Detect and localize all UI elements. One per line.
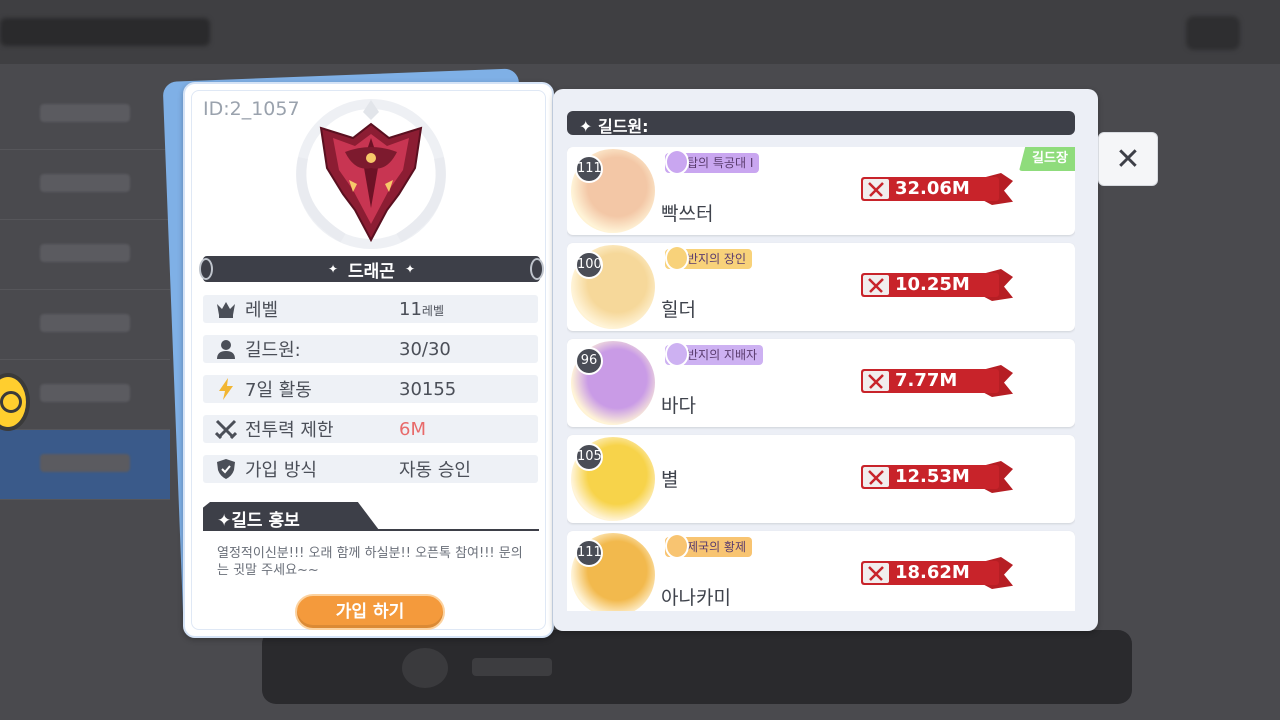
guild-name-banner: ✦ 드래곤 ✦ [199, 256, 544, 282]
member-name: 별 [661, 469, 679, 491]
members-panel: ✦ 길드원: 111 탑의 특공대 I 빡쓰터 32.06M 길드장 100 반지의 장인힐… [553, 89, 1098, 631]
guild-info-card: ID:2_1057 ✦ 드래곤 ✦ 레벨 11레벨 길드원: 30/30 7일 … [183, 82, 554, 638]
stat-power-limit: 전투력 제한 6M [203, 415, 538, 443]
stat-members: 길드원: 30/30 [203, 335, 538, 363]
swords-icon [863, 275, 889, 295]
sparkle-icon: ✦ [327, 262, 339, 276]
stat-label: 길드원: [245, 340, 301, 361]
background-bottom-button [262, 630, 1132, 704]
close-icon: ✕ [1115, 141, 1141, 177]
background-list-item [0, 80, 170, 150]
member-title-badge: 탑의 특공대 I [665, 149, 760, 175]
background-corner-button [1186, 16, 1240, 50]
stat-value: 6M [399, 418, 426, 440]
stat-value: 11레벨 [399, 298, 444, 320]
stat-value: 30/30 [399, 338, 451, 360]
background-list-item-active [0, 430, 170, 500]
crown-icon [213, 298, 239, 320]
promo-text: 열정적이신분!!! 오래 함께 하실분!! 오픈톡 참여!!! 문의는 귓말 주… [217, 546, 523, 578]
member-title-text: 탑의 특공대 I [687, 156, 754, 170]
banner-cap-right [530, 258, 544, 280]
member-power: 18.62M [895, 562, 970, 583]
title-emblem-icon [665, 533, 689, 559]
member-list[interactable]: 111 탑의 특공대 I 빡쓰터 32.06M 길드장 100 반지의 장인힐더 10.25M… [567, 147, 1075, 611]
background-topbar [0, 0, 1280, 64]
member-power: 7.77M [895, 370, 958, 391]
member-level-badge: 111 [575, 539, 603, 567]
swords-icon [863, 371, 889, 391]
sparkle-icon: ✦ [404, 262, 416, 276]
member-level-badge: 96 [575, 347, 603, 375]
member-name: 빡쓰터 [661, 203, 714, 225]
member-power: 10.25M [895, 274, 970, 295]
member-row[interactable]: 111 제국의 황제아나카미 18.62M [567, 531, 1075, 611]
member-row[interactable]: 96 반지의 지배자바다 7.77M [567, 339, 1075, 427]
stat-level: 레벨 11레벨 [203, 295, 538, 323]
member-level-badge: 105 [575, 443, 603, 471]
member-power: 12.53M [895, 466, 970, 487]
swords-icon [863, 563, 889, 583]
member-power-banner: 10.25M [861, 269, 1013, 301]
stat-value: 30155 [399, 378, 457, 400]
join-button[interactable]: 가입 하기 [295, 594, 445, 630]
member-name: 아나카미 [661, 587, 731, 609]
swords-icon [213, 418, 239, 440]
stat-value: 자동 승인 [399, 460, 471, 481]
title-emblem-icon [665, 341, 689, 367]
stat-join-method: 가입 방식 자동 승인 [203, 455, 538, 483]
member-power: 32.06M [895, 178, 970, 199]
stat-activity: 7일 활동 30155 [203, 375, 538, 403]
member-title-text: 반지의 지배자 [687, 348, 758, 362]
member-row[interactable]: 105 별 12.53M [567, 435, 1075, 523]
banner-cap-left [199, 258, 213, 280]
lightning-icon [213, 378, 239, 400]
member-title-badge: 반지의 장인 [665, 245, 753, 271]
member-level-badge: 111 [575, 155, 603, 183]
close-button[interactable]: ✕ [1098, 132, 1158, 186]
promo-divider [203, 529, 539, 531]
member-name: 힐더 [661, 299, 696, 321]
person-icon [213, 338, 239, 360]
guild-emblem-icon [283, 98, 459, 250]
member-level-badge: 100 [575, 251, 603, 279]
member-title-badge: 제국의 황제 [665, 533, 753, 559]
background-list-item [0, 220, 170, 290]
promo-title: ✦길드 홍보 [203, 502, 379, 530]
member-power-banner: 18.62M [861, 557, 1013, 589]
background-list [0, 80, 170, 500]
stat-label: 7일 활동 [245, 380, 312, 401]
member-row[interactable]: 111 탑의 특공대 I 빡쓰터 32.06M 길드장 [567, 147, 1075, 235]
swords-icon [863, 467, 889, 487]
title-emblem-icon [665, 245, 689, 271]
member-row[interactable]: 100 반지의 장인힐더 10.25M [567, 243, 1075, 331]
swords-icon [863, 179, 889, 199]
member-name: 바다 [661, 395, 696, 417]
background-title [0, 18, 210, 46]
members-header: ✦ 길드원: [567, 111, 1075, 136]
title-emblem-icon [665, 149, 689, 175]
member-title-badge: 반지의 지배자 [665, 341, 764, 367]
member-power-banner: 12.53M [861, 461, 1013, 493]
stat-label: 레벨 [245, 300, 279, 321]
shield-icon [213, 458, 239, 480]
background-list-item [0, 290, 170, 360]
member-title-text: 제국의 황제 [687, 540, 747, 554]
stat-label: 가입 방식 [245, 460, 317, 481]
leader-badge: 길드장 [1019, 147, 1075, 171]
guild-name: 드래곤 [348, 261, 395, 282]
stat-label: 전투력 제한 [245, 420, 334, 441]
member-power-banner: 32.06M [861, 173, 1013, 205]
guild-stats: 레벨 11레벨 길드원: 30/30 7일 활동 30155 전투력 제한 6M [203, 295, 538, 495]
member-title-text: 반지의 장인 [687, 252, 747, 266]
member-power-banner: 7.77M [861, 365, 1013, 397]
background-list-item [0, 150, 170, 220]
